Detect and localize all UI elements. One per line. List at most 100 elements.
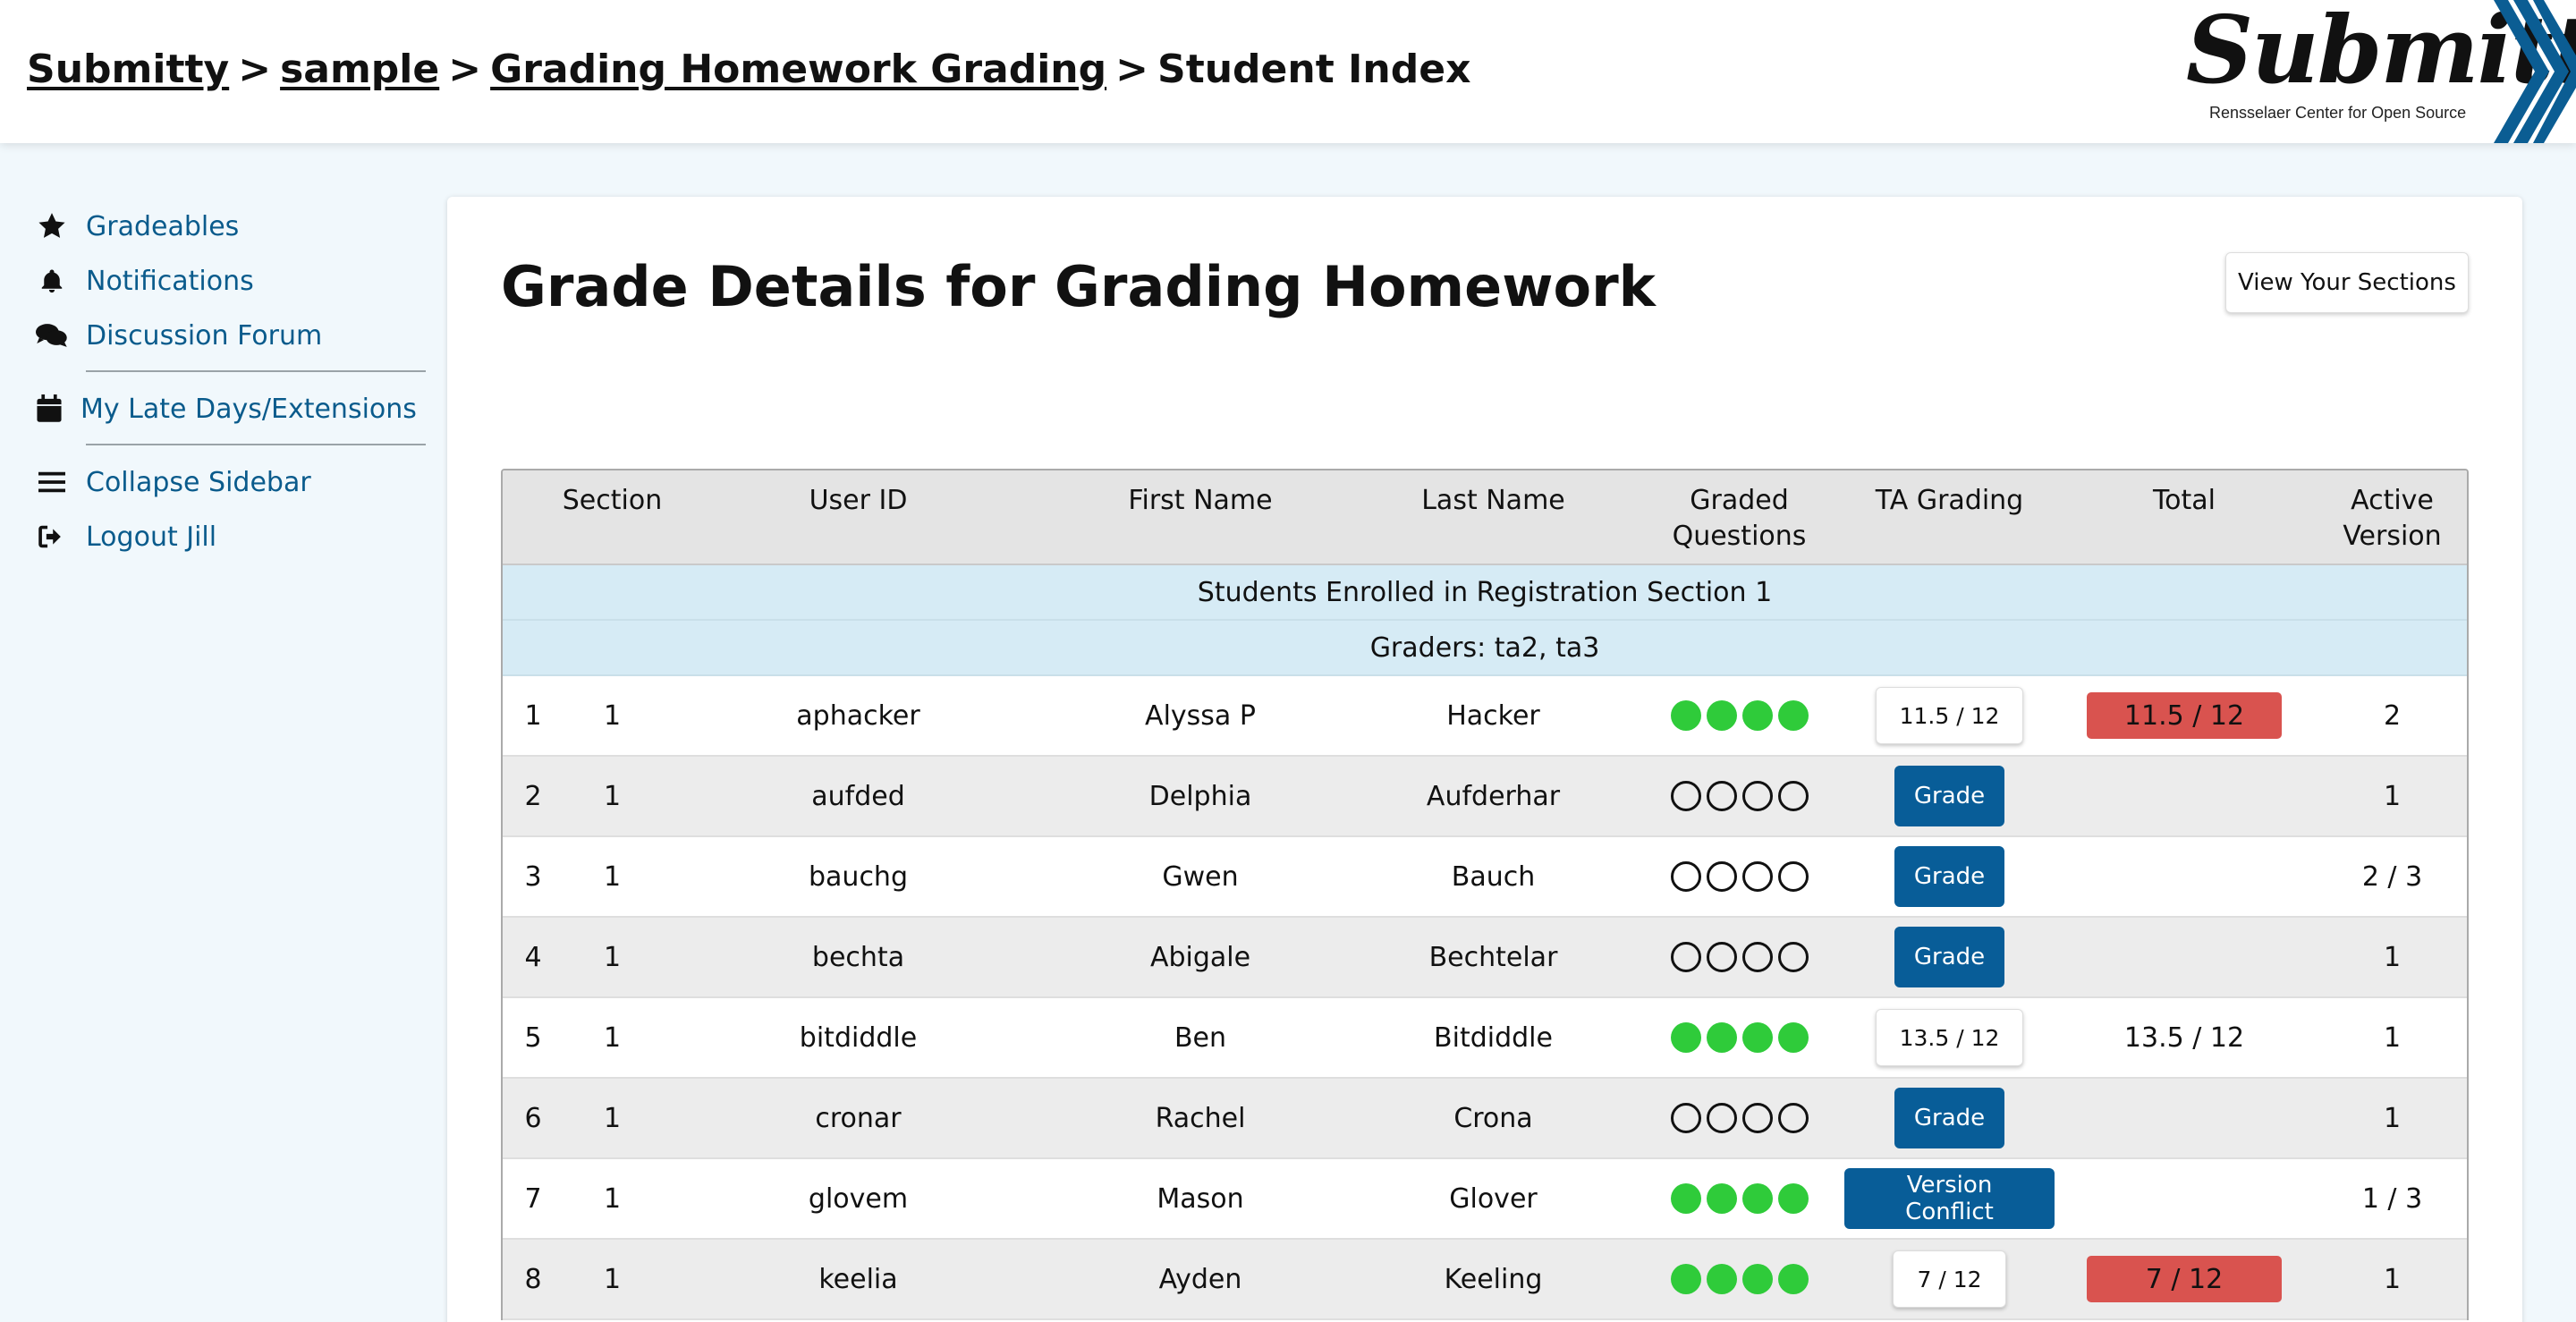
breadcrumb-course[interactable]: sample	[280, 47, 439, 92]
row-last-name: Aufderhar	[1426, 780, 1561, 812]
column-header-ta-grading: TA Grading	[1875, 485, 2024, 516]
sidebar-item-label: Gradeables	[86, 210, 240, 242]
graded-dot-icon	[1777, 1022, 1809, 1053]
breadcrumb-separator: >	[238, 47, 272, 92]
row-active-version: 1	[2383, 941, 2402, 973]
row-section: 1	[603, 1102, 622, 1134]
chevrons-icon	[2494, 0, 2576, 143]
ungraded-dot-icon	[1777, 861, 1809, 892]
bell-icon	[36, 265, 68, 297]
page-title: Grade Details for Grading Homework	[501, 254, 1656, 319]
sidebar-item-logout[interactable]: Logout Jill	[36, 514, 394, 559]
graded-dot-icon	[1706, 1264, 1737, 1294]
graded-dot-icon	[1741, 1264, 1773, 1294]
graded-dots	[1634, 1183, 1844, 1214]
graded-dot-icon	[1670, 700, 1701, 731]
ta-score-button[interactable]: 13.5 / 12	[1875, 1009, 2024, 1066]
row-section: 1	[603, 1263, 622, 1295]
row-first-name: Ben	[1174, 1021, 1227, 1054]
sidebar-item-gradeables[interactable]: Gradeables	[36, 204, 394, 249]
grade-button[interactable]: Grade	[1894, 766, 2005, 826]
graded-dots	[1634, 861, 1844, 892]
table-row: 2 1 aufded Delphia Aufderhar Grade 1	[503, 757, 2467, 837]
table-body: 1 1 aphacker Alyssa P Hacker 11.5 / 12 11.5 / …	[503, 676, 2467, 1320]
grade-button[interactable]: Grade	[1894, 846, 2005, 907]
version-conflict-button[interactable]: Version Conflict	[1844, 1168, 2055, 1229]
graded-dot-icon	[1741, 1183, 1773, 1214]
row-active-version: 1	[2383, 1102, 2402, 1134]
comments-icon	[36, 319, 68, 352]
sidebar-item-label: My Late Days/Extensions	[80, 393, 417, 425]
column-header-graded-line2: Questions	[1672, 521, 1807, 552]
ungraded-dot-icon	[1670, 1103, 1701, 1133]
ungraded-dot-icon	[1670, 781, 1701, 811]
row-last-name: Bitdiddle	[1434, 1021, 1553, 1054]
ta-grading-cell: 11.5 / 12	[1844, 687, 2055, 744]
graded-dots	[1634, 1103, 1844, 1133]
ungraded-dot-icon	[1777, 942, 1809, 972]
view-your-sections-button[interactable]: View Your Sections	[2225, 252, 2469, 313]
grade-button[interactable]: Grade	[1894, 927, 2005, 987]
top-header: Submitty > sample > Grading Homework Grading…	[0, 0, 2576, 143]
table-header-row: Section User ID First Name Last Name Gra…	[503, 470, 2467, 565]
total-score: 7 / 12	[2087, 1256, 2282, 1302]
column-header-graded-questions: Graded Questions	[1634, 483, 1844, 555]
breadcrumb-separator: >	[448, 47, 482, 92]
row-active-version: 2	[2383, 699, 2402, 732]
grading-table: Section User ID First Name Last Name Gra…	[501, 469, 2469, 1320]
sidebar-item-collapse[interactable]: Collapse Sidebar	[36, 460, 394, 504]
calendar-icon	[36, 393, 63, 425]
grade-button[interactable]: Grade	[1894, 1088, 2005, 1148]
column-header-section[interactable]: Section	[556, 483, 668, 519]
row-user-id: bechta	[811, 941, 905, 973]
ta-score-button[interactable]: 7 / 12	[1893, 1250, 2006, 1308]
sidebar-item-late-days[interactable]: My Late Days/Extensions	[36, 386, 417, 431]
graded-questions-indicator	[1634, 1103, 1844, 1133]
column-header-user-id[interactable]: User ID	[668, 483, 1048, 519]
column-header-last-name[interactable]: Last Name	[1352, 483, 1634, 519]
graded-dot-icon	[1741, 1022, 1773, 1053]
sidebar-item-notifications[interactable]: Notifications	[36, 258, 394, 303]
row-last-name: Hacker	[1446, 699, 1540, 732]
sidebar-item-label: Discussion Forum	[86, 319, 323, 352]
row-user-id: glovem	[808, 1182, 909, 1215]
graded-questions-indicator	[1634, 781, 1844, 811]
graded-questions-indicator	[1634, 861, 1844, 892]
breadcrumb-gradeable[interactable]: Grading Homework Grading	[490, 47, 1106, 92]
row-section: 1	[603, 699, 622, 732]
row-last-name: Glover	[1449, 1182, 1538, 1215]
ungraded-dot-icon	[1670, 942, 1701, 972]
graded-questions-indicator	[1634, 700, 1844, 731]
logo-subtitle: Rensselaer Center for Open Source	[2209, 104, 2467, 122]
ungraded-dot-icon	[1706, 781, 1737, 811]
bars-icon	[36, 466, 68, 498]
graded-dots	[1634, 1264, 1844, 1294]
row-first-name: Delphia	[1148, 780, 1252, 812]
graded-dots	[1634, 781, 1844, 811]
column-header-graded-line1: Graded	[1690, 485, 1789, 516]
section-title-row: Students Enrolled in Registration Sectio…	[503, 565, 2467, 621]
sidebar: Gradeables Notifications Discussion Foru…	[36, 204, 426, 559]
submitty-logo[interactable]: Submitty Rensselaer Center for Open Sour…	[2182, 0, 2576, 143]
ungraded-dot-icon	[1706, 861, 1737, 892]
sidebar-item-discussion-forum[interactable]: Discussion Forum	[36, 313, 394, 358]
graded-dot-icon	[1670, 1183, 1701, 1214]
breadcrumb-submitty[interactable]: Submitty	[27, 47, 229, 92]
row-number: 4	[524, 941, 542, 973]
row-user-id: keelia	[818, 1263, 898, 1295]
table-row: 1 1 aphacker Alyssa P Hacker 11.5 / 12 11.5 / …	[503, 676, 2467, 757]
graded-dot-icon	[1741, 700, 1773, 731]
breadcrumb: Submitty > sample > Grading Homework Grading…	[27, 47, 1470, 92]
ungraded-dot-icon	[1741, 1103, 1773, 1133]
logout-icon	[36, 521, 68, 553]
total-score: 13.5 / 12	[2123, 1021, 2245, 1054]
row-number: 6	[524, 1102, 542, 1134]
ta-grading-cell: Grade	[1844, 1088, 2055, 1148]
table-row: 7 1 glovem Mason Glover Version Conflict 1 / 3	[503, 1159, 2467, 1240]
ta-score-button[interactable]: 11.5 / 12	[1875, 687, 2024, 744]
column-header-first-name[interactable]: First Name	[1048, 483, 1352, 519]
ungraded-dot-icon	[1777, 1103, 1809, 1133]
row-last-name: Bauch	[1451, 860, 1536, 893]
ungraded-dot-icon	[1741, 781, 1773, 811]
graded-questions-indicator	[1634, 942, 1844, 972]
